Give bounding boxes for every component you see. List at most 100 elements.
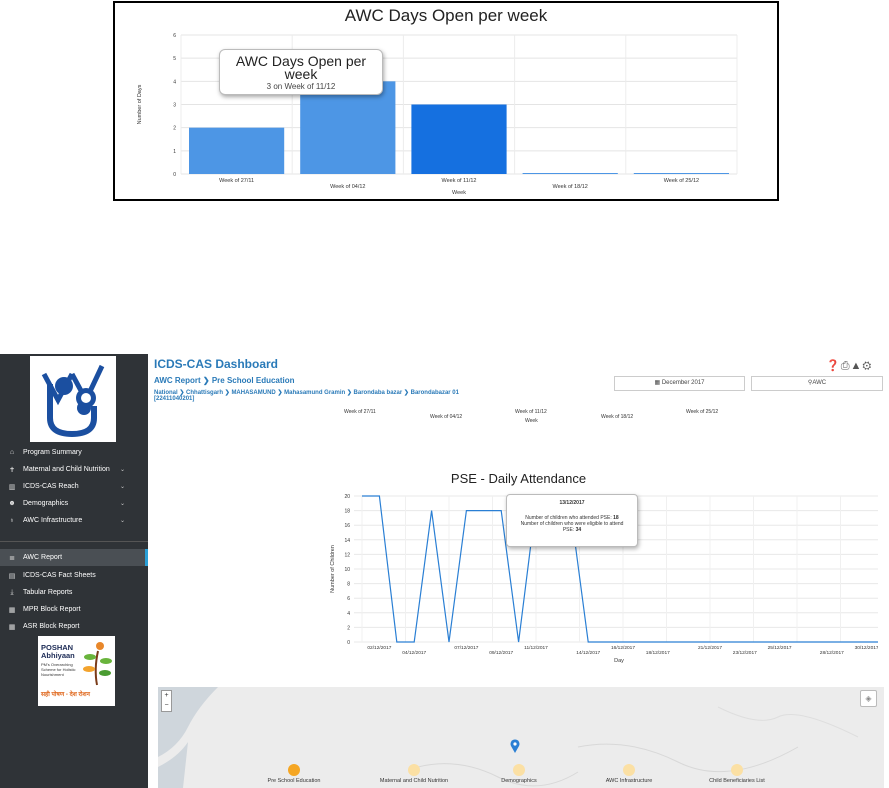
nav-label: Program Summary <box>23 449 82 456</box>
nav-label: AWC Report <box>23 554 63 561</box>
line-y-tick-label: 10 <box>344 567 350 573</box>
poshan-brand-2: Abhiyaan <box>41 651 75 660</box>
map-panel[interactable]: + − ◈ Pre School Education Maternal and … <box>158 687 884 788</box>
bar-chart-panel: AWC Days Open per week 0 1 2 3 4 5 6 Week of 27… <box>113 1 779 201</box>
line-y-tick-label: 14 <box>344 538 350 544</box>
nav-awc-infrastructure[interactable]: ♁ AWC Infrastructure ⌄ <box>0 512 148 529</box>
gear-icon[interactable]: ⚙ <box>862 360 872 372</box>
step-demographics-label[interactable]: Demographics <box>479 778 559 784</box>
chevron-down-icon: ⌄ <box>120 484 126 490</box>
tooltip-eligible-value: 34 <box>575 527 582 533</box>
line-x-tick-label: 14/12/2017 <box>576 650 600 656</box>
step-maternal-child-nutrition-dot[interactable] <box>408 764 420 776</box>
table-icon: ▦ <box>8 606 16 614</box>
header-actions: ❓⎙▲⚙ <box>826 359 872 373</box>
bar-0 <box>189 127 285 174</box>
line-chart-tooltip: 13/12/2017 Number of children who attend… <box>506 494 638 547</box>
nav-mpr-block-report[interactable]: ▦ MPR Block Report <box>0 601 148 618</box>
bar-y-tick-label: 4 <box>173 79 176 85</box>
bar-2 <box>411 104 507 174</box>
warning-icon[interactable]: ▲ <box>851 360 863 372</box>
line-y-tick-label: 18 <box>344 509 350 515</box>
line-x-tick-label: 25/12/2017 <box>768 645 792 651</box>
breadcrumb: National ❯ Chhattisgarh ❯ MAHASAMUND ❯ M… <box>154 389 459 396</box>
line-y-tick-label: 8 <box>347 582 350 588</box>
step-maternal-child-nutrition-label[interactable]: Maternal and Child Nutrition <box>364 778 464 784</box>
breadcrumb-item[interactable]: Barondaba bazar <box>354 390 403 396</box>
line-y-tick-label: 16 <box>344 523 350 529</box>
tooltip-pse-label: PSE: <box>562 527 575 533</box>
bar-x-tick-label: Week of 25/12 <box>664 178 699 184</box>
nav-asr-block-report[interactable]: ▦ ASR Block Report <box>0 618 148 635</box>
nav-icds-cas-reach[interactable]: ▥ ICDS-CAS Reach ⌄ <box>0 478 148 495</box>
nav-demographics[interactable]: ☻ Demographics ⌄ <box>0 495 148 512</box>
line-y-tick-label: 6 <box>347 596 350 602</box>
tooltip-date: 13/12/2017 <box>559 500 585 506</box>
bar-chart-svg: 0 1 2 3 4 5 6 Week of 27/11 Week of 04/12 Week of… <box>137 33 738 196</box>
zoom-out-button[interactable]: − <box>162 701 171 711</box>
home-icon: ⌂ <box>9 449 15 456</box>
poshan-abhiyaan-logo: POSHAN Abhiyaan PM's Overarching Scheme … <box>38 636 115 706</box>
prev-chart-xlabel: Week <box>525 418 538 424</box>
month-filter-button[interactable]: ▦ December 2017 <box>614 376 745 391</box>
bar-y-tick-label: 6 <box>173 33 176 39</box>
nav-tabular-reports[interactable]: ⤓ Tabular Reports <box>0 584 148 601</box>
location-filter-label: AWC <box>812 380 827 386</box>
prev-chart-week-label: Week of 18/12 <box>601 414 634 420</box>
nav-label: Tabular Reports <box>23 589 73 596</box>
step-pre-school-education-dot[interactable] <box>288 764 300 776</box>
step-child-beneficiaries-dot[interactable] <box>731 764 743 776</box>
bar-y-tick-label: 0 <box>173 172 176 178</box>
line-x-tick-label: 04/12/2017 <box>402 650 426 656</box>
nav-program-summary[interactable]: ⌂ Program Summary <box>0 444 148 461</box>
sidebar-divider <box>0 541 148 542</box>
bar-x-tick-label: Week of 18/12 <box>553 184 588 190</box>
prev-chart-week-label: Week of 11/12 <box>515 409 547 415</box>
nav-label: MPR Block Report <box>23 606 81 613</box>
child-icon: ✝ <box>9 466 15 474</box>
layers-icon[interactable]: ◈ <box>860 690 877 707</box>
nav-maternal-child-nutrition[interactable]: ✝ Maternal and Child Nutrition ⌄ <box>0 461 148 478</box>
line-y-axis-label: Number of Children <box>330 545 336 593</box>
nav-label: ICDS-CAS Fact Sheets <box>23 572 96 579</box>
tooltip-title: AWC Days Open per week <box>235 53 367 82</box>
prev-chart-week-label: Week of 25/12 <box>686 409 719 415</box>
users-icon: ☻ <box>8 500 16 507</box>
breadcrumb-item[interactable]: Barondabazar 01 <box>411 390 459 396</box>
bar-3 <box>522 173 618 174</box>
step-pre-school-education-label[interactable]: Pre School Education <box>256 778 332 784</box>
line-x-tick-label: 02/12/2017 <box>367 645 391 651</box>
bar-1 <box>300 81 396 174</box>
step-awc-infrastructure-dot[interactable] <box>623 764 635 776</box>
bar-4 <box>633 173 729 174</box>
nav-awc-report[interactable]: ≣ AWC Report <box>0 549 148 566</box>
breadcrumb-item[interactable]: MAHASAMUND <box>231 390 275 396</box>
bar-chart-tooltip: AWC Days Open per week 3 on Week of 11/1… <box>219 49 383 95</box>
print-icon[interactable]: ⎙ <box>841 360 851 372</box>
heading-awc-report[interactable]: AWC Report <box>154 376 201 385</box>
step-demographics-dot[interactable] <box>513 764 525 776</box>
bar-y-tick-label: 3 <box>173 103 176 109</box>
list-icon: ≣ <box>9 554 15 562</box>
bar-x-tick-label: Week of 27/11 <box>219 178 254 184</box>
map-pin-icon[interactable] <box>510 739 520 753</box>
chevron-right-icon: ❯ <box>202 376 212 385</box>
poshan-plant-icon <box>83 642 112 686</box>
location-filter-button[interactable]: ⚲AWC <box>751 376 883 391</box>
bar-x-axis-label: Week <box>452 190 466 196</box>
line-x-axis-label: Day <box>614 658 624 664</box>
prev-chart-week-label: Week of 27/11 <box>344 409 376 415</box>
page-heading: AWC Report ❯ Pre School Education <box>154 376 295 385</box>
help-icon[interactable]: ❓ <box>826 360 841 372</box>
bar-y-tick-label: 1 <box>173 149 176 155</box>
nav-fact-sheets[interactable]: ▤ ICDS-CAS Fact Sheets <box>0 567 148 584</box>
step-child-beneficiaries-label[interactable]: Child Beneficiaries List <box>689 778 785 784</box>
line-y-tick-label: 4 <box>347 611 350 617</box>
prev-chart-week-label: Week of 04/12 <box>430 414 463 420</box>
zoom-in-button[interactable]: + <box>162 691 171 701</box>
breadcrumb-item[interactable]: Mahasamund Gramin <box>284 390 345 396</box>
download-icon: ⤓ <box>10 588 14 596</box>
poshan-hindi-slogan: सही पोषण - देश रोशन <box>41 692 90 698</box>
step-awc-infrastructure-label[interactable]: AWC Infrastructure <box>589 778 669 784</box>
map-marker-icon: ♁ <box>9 517 15 524</box>
